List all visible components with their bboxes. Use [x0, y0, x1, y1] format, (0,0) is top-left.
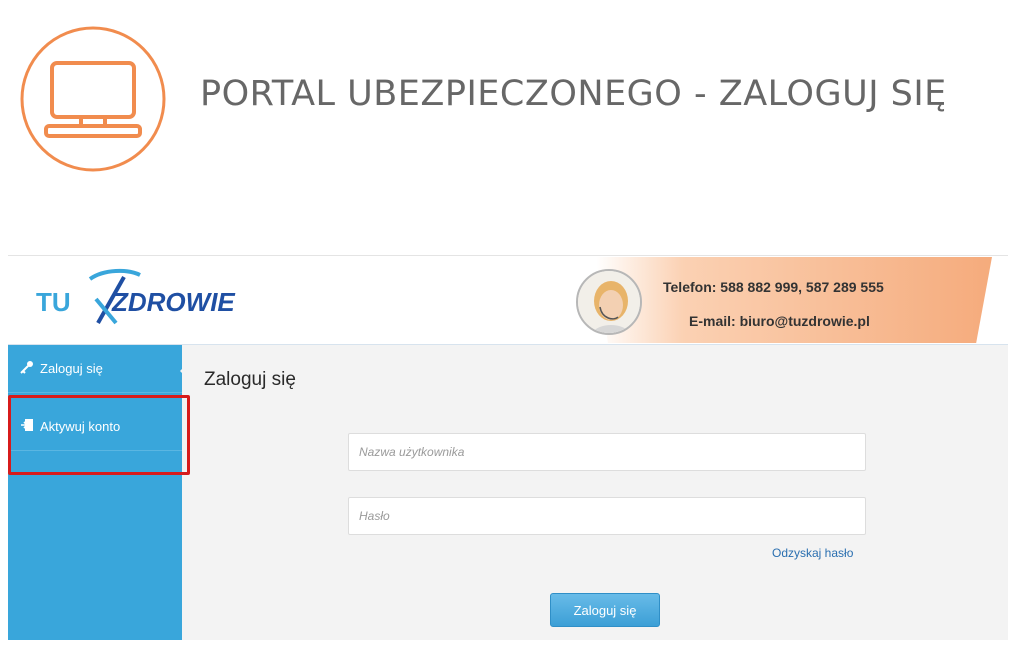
sidebar-item-label: Zaloguj się — [40, 361, 103, 376]
login-panel: Zaloguj się Odzyskaj hasło Zaloguj się — [182, 345, 1008, 640]
sidebar: Zaloguj się Aktywuj konto — [8, 345, 182, 640]
sidebar-item-login[interactable]: Zaloguj się — [8, 345, 182, 393]
logo-text-brand: ZDROWIE — [111, 287, 235, 317]
contact-phone: Telefon: 588 882 999, 587 289 555 — [663, 279, 884, 295]
tu-zdrowie-logo: TU ZDROWIE — [36, 268, 235, 325]
highlight-box — [8, 395, 190, 475]
consultant-avatar — [576, 269, 642, 335]
key-icon — [20, 360, 34, 377]
login-button[interactable]: Zaloguj się — [550, 593, 660, 627]
login-title: Zaloguj się — [204, 369, 296, 390]
logo-text-tu: TU — [36, 287, 71, 317]
username-input[interactable] — [348, 433, 866, 471]
contact-email: E-mail: biuro@tuzdrowie.pl — [689, 313, 870, 329]
recover-password-link[interactable]: Odzyskaj hasło — [772, 546, 853, 560]
page-title: PORTAL UBEZPIECZONEGO - ZALOGUJ SIĘ — [200, 74, 947, 114]
monitor-icon — [20, 26, 166, 172]
contact-band — [596, 257, 992, 343]
portal-screenshot: TU ZDROWIE Telefon: 588 882 999, 587 289… — [8, 255, 1008, 640]
password-input[interactable] — [348, 497, 866, 535]
